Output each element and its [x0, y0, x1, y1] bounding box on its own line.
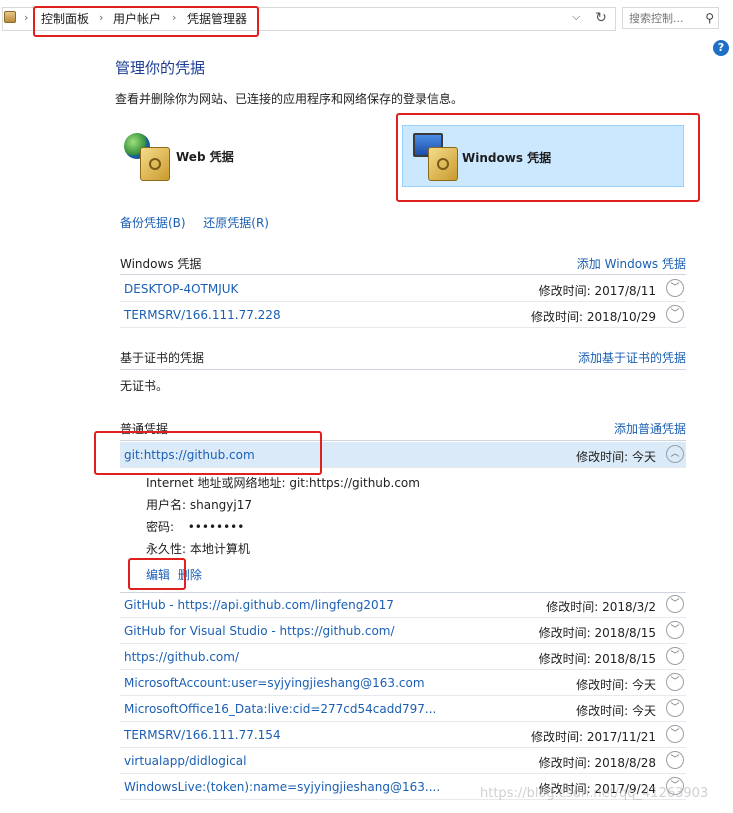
chevron-down-icon[interactable]: ﹀: [666, 305, 684, 323]
chevron-down-icon[interactable]: ﹀: [666, 621, 684, 639]
credential-row[interactable]: MicrosoftAccount:user=syjyingjieshang@16…: [120, 670, 686, 696]
credential-name[interactable]: TERMSRV/166.111.77.228: [124, 308, 281, 322]
section-title: 基于证书的凭据: [120, 351, 205, 365]
credential-name[interactable]: MicrosoftAccount:user=syjyingjieshang@16…: [124, 676, 425, 690]
modified-time: 修改时间: 2018/8/15: [538, 626, 656, 640]
search-icon[interactable]: ⚲: [705, 11, 714, 25]
modified-time: 修改时间: 今天: [576, 704, 656, 718]
section-title: Windows 凭据: [120, 257, 202, 271]
credential-name[interactable]: TERMSRV/166.111.77.154: [124, 728, 281, 742]
detail-username: 用户名: shangyj17: [146, 498, 252, 512]
generic-credentials-header: 普通凭据 添加普通凭据: [120, 418, 686, 438]
modified-time: 修改时间: 2017/11/21: [530, 730, 656, 744]
section-title: 普通凭据: [120, 422, 169, 436]
no-certificates-text: 无证书。: [120, 379, 169, 393]
chevron-down-icon[interactable]: ﹀: [666, 699, 684, 717]
add-windows-credential-link[interactable]: 添加 Windows 凭据: [577, 255, 686, 272]
password-mask: ••••••••: [187, 520, 245, 534]
divider: [120, 369, 686, 370]
restore-credentials-link[interactable]: 还原凭据(R): [203, 216, 269, 230]
windows-credentials-label: Windows 凭据: [462, 151, 552, 165]
modified-time: 修改时间: 2018/8/15: [538, 652, 656, 666]
watermark-text: https://blog.csdn.net/qq_41263903: [480, 786, 709, 801]
breadcrumb-credential-manager[interactable]: 凭据管理器: [187, 10, 247, 27]
backup-credentials-link[interactable]: 备份凭据(B): [120, 216, 186, 230]
delete-credential-link[interactable]: 删除: [178, 568, 202, 582]
edit-credential-link[interactable]: 编辑: [146, 568, 170, 582]
credential-row[interactable]: DESKTOP-4OTMJUK 修改时间: 2017/8/11 ﹀: [120, 276, 686, 302]
chevron-right-icon: ›: [172, 11, 177, 24]
credential-row[interactable]: virtualapp/didlogical 修改时间: 2018/8/28 ﹀: [120, 748, 686, 774]
chevron-down-icon[interactable]: ﹀: [666, 595, 684, 613]
credential-row-expanded[interactable]: git:https://github.com 修改时间: 今天 ︿: [120, 442, 686, 468]
windows-credentials-tile[interactable]: Windows 凭据: [402, 125, 684, 187]
detail-address: Internet 地址或网络地址: git:https://github.com: [146, 476, 420, 490]
chevron-down-icon[interactable]: ﹀: [666, 673, 684, 691]
credential-name[interactable]: git:https://github.com: [124, 448, 255, 462]
chevron-right-icon: ›: [24, 11, 29, 24]
credential-row[interactable]: GitHub for Visual Studio - https://githu…: [120, 618, 686, 644]
chevron-down-icon[interactable]: ﹀: [666, 725, 684, 743]
modified-time: 修改时间: 2018/10/29: [530, 310, 656, 324]
chevron-down-icon[interactable]: ⌵: [572, 10, 580, 24]
vault-icon: [428, 147, 458, 181]
detail-password: 密码: ••••••••: [146, 518, 244, 535]
help-icon[interactable]: ?: [713, 40, 729, 56]
address-field[interactable]: [2, 7, 616, 31]
detail-persistence: 永久性: 本地计算机: [146, 542, 250, 556]
credential-name[interactable]: GitHub - https://api.github.com/lingfeng…: [124, 598, 394, 612]
modified-time: 修改时间: 2018/3/2: [546, 600, 656, 614]
windows-credentials-header: Windows 凭据 添加 Windows 凭据: [120, 253, 686, 273]
credential-row[interactable]: https://github.com/修改时间: 2018/8/15 ﹀: [120, 644, 686, 670]
divider: [120, 274, 686, 275]
credential-name[interactable]: virtualapp/didlogical: [124, 754, 246, 768]
control-panel-icon: [4, 11, 16, 23]
credential-row[interactable]: TERMSRV/166.111.77.154 修改时间: 2017/11/21 ﹀: [120, 722, 686, 748]
page-title: 管理你的凭据: [115, 59, 206, 77]
modified-time: 修改时间: 今天: [576, 678, 656, 692]
credential-row[interactable]: MicrosoftOffice16_Data:live:cid=277cd54c…: [120, 696, 686, 722]
backup-links: 备份凭据(B) 还原凭据(R): [120, 214, 269, 231]
add-certificate-credential-link[interactable]: 添加基于证书的凭据: [578, 349, 686, 366]
modified-time: 修改时间: 今天: [576, 450, 656, 464]
credential-actions: 编辑 删除: [146, 566, 202, 583]
divider: [120, 440, 686, 441]
chevron-right-icon: ›: [99, 11, 104, 24]
modified-time: 修改时间: 2017/8/11: [538, 284, 656, 298]
credential-name[interactable]: DESKTOP-4OTMJUK: [124, 282, 238, 296]
breadcrumb-user-accounts[interactable]: 用户帐户: [113, 10, 161, 27]
credential-name[interactable]: MicrosoftOffice16_Data:live:cid=277cd54c…: [124, 702, 436, 716]
search-input[interactable]: [629, 10, 693, 26]
chevron-up-icon[interactable]: ︿: [666, 445, 684, 463]
certificate-credentials-header: 基于证书的凭据 添加基于证书的凭据: [120, 347, 686, 367]
web-credentials-label: Web 凭据: [176, 150, 234, 164]
breadcrumb-control-panel[interactable]: 控制面板: [41, 10, 89, 27]
password-label: 密码:: [146, 520, 175, 534]
credential-name[interactable]: GitHub for Visual Studio - https://githu…: [124, 624, 395, 638]
credential-name[interactable]: WindowsLive:(token):name=syjyingjieshang…: [124, 780, 440, 794]
vault-icon: [140, 147, 170, 181]
address-bar: › 控制面板 › 用户帐户 › 凭据管理器 ⌵ ↻ ⚲: [0, 0, 733, 38]
chevron-down-icon[interactable]: ﹀: [666, 279, 684, 297]
chevron-down-icon[interactable]: ﹀: [666, 647, 684, 665]
credential-row[interactable]: GitHub - https://api.github.com/lingfeng…: [120, 592, 686, 618]
chevron-down-icon[interactable]: ﹀: [666, 751, 684, 769]
add-generic-credential-link[interactable]: 添加普通凭据: [614, 420, 686, 437]
credential-row[interactable]: TERMSRV/166.111.77.228 修改时间: 2018/10/29 …: [120, 302, 686, 328]
search-box[interactable]: ⚲: [622, 7, 719, 29]
web-credentials-tile[interactable]: Web 凭据: [120, 125, 380, 187]
page-subtitle: 查看并删除你为网站、已连接的应用程序和网络保存的登录信息。: [115, 92, 464, 106]
credential-name[interactable]: https://github.com/: [124, 650, 239, 664]
refresh-icon[interactable]: ↻: [590, 7, 612, 29]
modified-time: 修改时间: 2018/8/28: [538, 756, 656, 770]
